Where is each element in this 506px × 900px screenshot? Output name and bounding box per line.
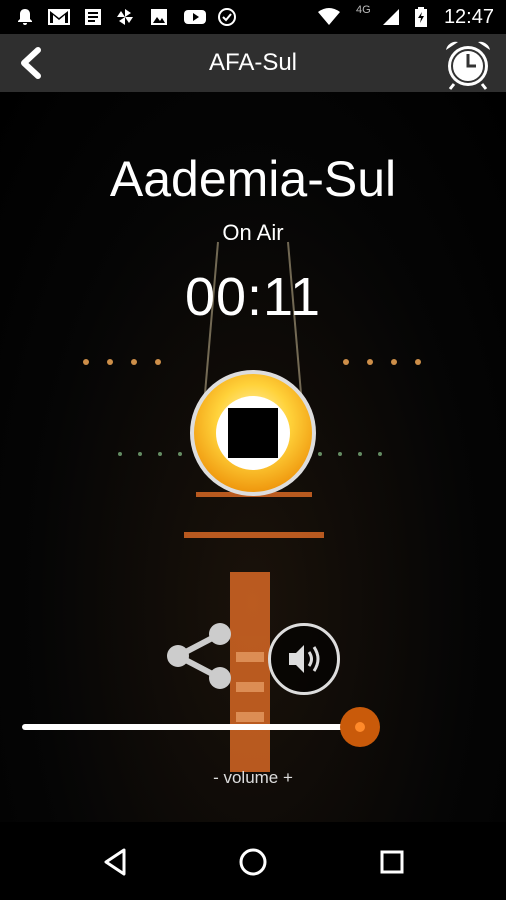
speaker-icon [289,645,320,673]
volume-button[interactable] [268,623,340,695]
check-circle-icon [218,8,236,26]
status-bar: 4G 12:47 [0,0,506,34]
network-type-label: 4G [356,4,371,16]
home-nav-icon[interactable] [233,842,273,882]
volume-label: - volume + [213,768,293,787]
toolbar-title: AFA-Sul [208,49,298,76]
youtube-icon [184,10,206,24]
back-nav-icon[interactable] [96,842,136,882]
elapsed-timer: 00:11 [184,267,322,327]
clock: 12:47 [443,6,494,28]
recents-nav-icon[interactable] [372,842,412,882]
battery-icon [415,7,427,27]
stop-button[interactable] [190,370,316,496]
station-name: Aademia-Sul [109,151,397,207]
bell-icon [18,9,32,25]
stop-icon [228,408,278,458]
gmail-icon [48,9,70,25]
alarm-clock-icon[interactable] [442,38,494,90]
volume-slider-track[interactable] [22,724,362,730]
wifi-icon [318,8,340,25]
on-air-status: On Air [222,220,284,245]
toolbar: AFA-Sul [0,34,506,92]
navigation-bar [0,822,506,900]
news-icon [85,9,101,25]
pinwheel-icon [117,9,133,25]
volume-slider-thumb[interactable] [340,707,380,747]
photos-icon [151,9,167,25]
signal-icon [383,9,399,25]
share-icon[interactable] [164,620,238,692]
